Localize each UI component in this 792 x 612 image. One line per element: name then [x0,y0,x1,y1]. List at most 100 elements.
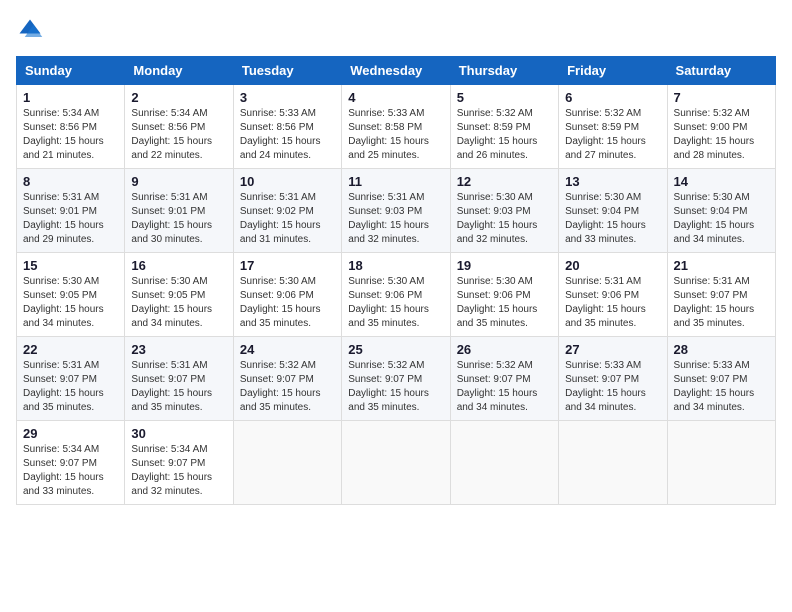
day-number: 30 [131,426,226,441]
day-number: 11 [348,174,443,189]
calendar-cell [342,421,450,505]
day-number: 3 [240,90,335,105]
calendar-cell: 3 Sunrise: 5:33 AMSunset: 8:56 PMDaylight… [233,85,341,169]
calendar-header-wednesday: Wednesday [342,57,450,85]
day-info: Sunrise: 5:32 AMSunset: 9:00 PMDaylight:… [674,107,769,163]
day-info: Sunrise: 5:32 AMSunset: 8:59 PMDaylight:… [565,107,660,163]
logo [16,16,48,44]
calendar-header-row: SundayMondayTuesdayWednesdayThursdayFrid… [17,57,776,85]
calendar-cell: 10Sunrise: 5:31 AMSunset: 9:02 PMDayligh… [233,169,341,253]
calendar-cell [667,421,775,505]
day-number: 9 [131,174,226,189]
calendar-cell: 12Sunrise: 5:30 AMSunset: 9:03 PMDayligh… [450,169,558,253]
day-number: 1 [23,90,118,105]
calendar-cell: 7 Sunrise: 5:32 AMSunset: 9:00 PMDaylight… [667,85,775,169]
calendar-cell: 21 Sunrise: 5:31 AMSunset: 9:07 PMDayligh… [667,253,775,337]
calendar-week-row: 29 Sunrise: 5:34 AMSunset: 9:07 PMDayligh… [17,421,776,505]
calendar-week-row: 1 Sunrise: 5:34 AMSunset: 8:56 PMDaylight… [17,85,776,169]
day-number: 5 [457,90,552,105]
day-number: 25 [348,342,443,357]
day-number: 19 [457,258,552,273]
day-info: Sunrise: 5:31 AMSunset: 9:02 PMDaylight:… [240,191,335,247]
day-number: 18 [348,258,443,273]
day-number: 17 [240,258,335,273]
day-number: 26 [457,342,552,357]
calendar-cell: 17 Sunrise: 5:30 AMSunset: 9:06 PMDayligh… [233,253,341,337]
day-number: 20 [565,258,660,273]
calendar-cell: 6Sunrise: 5:32 AMSunset: 8:59 PMDaylight… [559,85,667,169]
calendar-table: SundayMondayTuesdayWednesdayThursdayFrid… [16,56,776,505]
calendar-cell [233,421,341,505]
day-info: Sunrise: 5:32 AMSunset: 9:07 PMDaylight:… [240,359,335,415]
calendar-cell: 1 Sunrise: 5:34 AMSunset: 8:56 PMDaylight… [17,85,125,169]
calendar-cell: 11Sunrise: 5:31 AMSunset: 9:03 PMDayligh… [342,169,450,253]
calendar-cell: 14 Sunrise: 5:30 AMSunset: 9:04 PMDayligh… [667,169,775,253]
day-number: 24 [240,342,335,357]
day-info: Sunrise: 5:30 AMSunset: 9:06 PMDaylight:… [457,275,552,331]
calendar-header-saturday: Saturday [667,57,775,85]
day-number: 23 [131,342,226,357]
day-number: 29 [23,426,118,441]
day-info: Sunrise: 5:33 AMSunset: 9:07 PMDaylight:… [674,359,769,415]
day-info: Sunrise: 5:31 AMSunset: 9:07 PMDaylight:… [23,359,118,415]
day-info: Sunrise: 5:30 AMSunset: 9:05 PMDaylight:… [131,275,226,331]
calendar-cell: 30 Sunrise: 5:34 AMSunset: 9:07 PMDayligh… [125,421,233,505]
day-number: 7 [674,90,769,105]
day-number: 16 [131,258,226,273]
day-info: Sunrise: 5:33 AMSunset: 8:56 PMDaylight:… [240,107,335,163]
day-info: Sunrise: 5:32 AMSunset: 9:07 PMDaylight:… [348,359,443,415]
day-info: Sunrise: 5:34 AMSunset: 8:56 PMDaylight:… [131,107,226,163]
day-info: Sunrise: 5:34 AMSunset: 9:07 PMDaylight:… [23,443,118,499]
day-info: Sunrise: 5:32 AMSunset: 8:59 PMDaylight:… [457,107,552,163]
calendar-cell: 13 Sunrise: 5:30 AMSunset: 9:04 PMDayligh… [559,169,667,253]
calendar-cell: 8 Sunrise: 5:31 AMSunset: 9:01 PMDaylight… [17,169,125,253]
calendar-cell: 29 Sunrise: 5:34 AMSunset: 9:07 PMDayligh… [17,421,125,505]
calendar-cell: 9 Sunrise: 5:31 AMSunset: 9:01 PMDaylight… [125,169,233,253]
day-info: Sunrise: 5:30 AMSunset: 9:04 PMDaylight:… [674,191,769,247]
calendar-cell: 24 Sunrise: 5:32 AMSunset: 9:07 PMDayligh… [233,337,341,421]
calendar-cell: 2 Sunrise: 5:34 AMSunset: 8:56 PMDaylight… [125,85,233,169]
calendar-header-tuesday: Tuesday [233,57,341,85]
day-number: 2 [131,90,226,105]
day-info: Sunrise: 5:31 AMSunset: 9:07 PMDaylight:… [674,275,769,331]
day-info: Sunrise: 5:33 AMSunset: 9:07 PMDaylight:… [565,359,660,415]
day-info: Sunrise: 5:31 AMSunset: 9:01 PMDaylight:… [131,191,226,247]
calendar-cell: 19 Sunrise: 5:30 AMSunset: 9:06 PMDayligh… [450,253,558,337]
calendar-header-thursday: Thursday [450,57,558,85]
day-info: Sunrise: 5:30 AMSunset: 9:05 PMDaylight:… [23,275,118,331]
day-info: Sunrise: 5:30 AMSunset: 9:03 PMDaylight:… [457,191,552,247]
calendar-header-monday: Monday [125,57,233,85]
calendar-week-row: 8 Sunrise: 5:31 AMSunset: 9:01 PMDaylight… [17,169,776,253]
day-info: Sunrise: 5:34 AMSunset: 8:56 PMDaylight:… [23,107,118,163]
day-info: Sunrise: 5:34 AMSunset: 9:07 PMDaylight:… [131,443,226,499]
calendar-cell: 25 Sunrise: 5:32 AMSunset: 9:07 PMDayligh… [342,337,450,421]
day-info: Sunrise: 5:33 AMSunset: 8:58 PMDaylight:… [348,107,443,163]
day-info: Sunrise: 5:30 AMSunset: 9:04 PMDaylight:… [565,191,660,247]
day-info: Sunrise: 5:31 AMSunset: 9:07 PMDaylight:… [131,359,226,415]
calendar-cell: 23 Sunrise: 5:31 AMSunset: 9:07 PMDayligh… [125,337,233,421]
day-number: 13 [565,174,660,189]
day-number: 27 [565,342,660,357]
day-number: 15 [23,258,118,273]
day-number: 14 [674,174,769,189]
day-number: 28 [674,342,769,357]
page-header [16,16,776,44]
calendar-cell: 27 Sunrise: 5:33 AMSunset: 9:07 PMDayligh… [559,337,667,421]
day-info: Sunrise: 5:32 AMSunset: 9:07 PMDaylight:… [457,359,552,415]
day-info: Sunrise: 5:31 AMSunset: 9:01 PMDaylight:… [23,191,118,247]
calendar-week-row: 15 Sunrise: 5:30 AMSunset: 9:05 PMDayligh… [17,253,776,337]
day-number: 21 [674,258,769,273]
calendar-header-sunday: Sunday [17,57,125,85]
day-number: 8 [23,174,118,189]
calendar-cell [450,421,558,505]
calendar-cell: 15 Sunrise: 5:30 AMSunset: 9:05 PMDayligh… [17,253,125,337]
logo-icon [16,16,44,44]
calendar-cell: 22Sunrise: 5:31 AMSunset: 9:07 PMDayligh… [17,337,125,421]
calendar-cell: 4Sunrise: 5:33 AMSunset: 8:58 PMDaylight… [342,85,450,169]
calendar-header-friday: Friday [559,57,667,85]
calendar-cell: 18 Sunrise: 5:30 AMSunset: 9:06 PMDayligh… [342,253,450,337]
day-info: Sunrise: 5:30 AMSunset: 9:06 PMDaylight:… [240,275,335,331]
day-info: Sunrise: 5:31 AMSunset: 9:06 PMDaylight:… [565,275,660,331]
calendar-cell: 5 Sunrise: 5:32 AMSunset: 8:59 PMDaylight… [450,85,558,169]
day-info: Sunrise: 5:30 AMSunset: 9:06 PMDaylight:… [348,275,443,331]
